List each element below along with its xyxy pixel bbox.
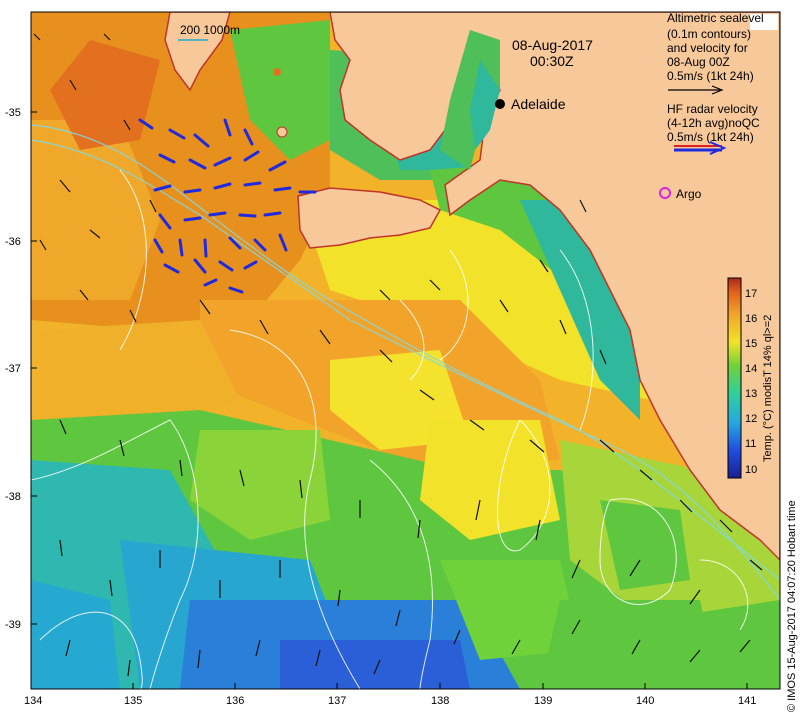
colorbar-tick-12: 12	[745, 413, 757, 425]
adelaide-marker	[495, 99, 505, 109]
adelaide-label: Adelaide	[511, 96, 566, 112]
colorbar-tick-11: 11	[745, 438, 756, 450]
x-tick-136: 136	[226, 695, 244, 707]
colorbar-label: Temp. (°C) modisT 14% ql>=2	[762, 315, 774, 462]
y-tick-35: -35	[5, 107, 21, 119]
map-time: 00:30Z	[530, 53, 574, 69]
y-tick-36: -36	[5, 236, 21, 248]
colorbar-tick-13: 13	[745, 388, 757, 400]
x-tick-139: 139	[534, 695, 552, 707]
colorbar-tick-15: 15	[745, 338, 757, 350]
credit-label: © IMOS 15-Aug-2017 04:07:20 Hobart time	[786, 500, 798, 712]
colorbar-swatch	[727, 277, 742, 479]
x-tick-138: 138	[431, 695, 449, 707]
legend-sealevel-line-2: (0.1m contours)	[667, 27, 751, 41]
sst-map: 200 1000m 08-Aug-2017 00:30Z Adelaide Ar…	[5, 11, 798, 712]
argo-label: Argo	[676, 187, 702, 201]
legend-sealevel-line-1: Altimetric sealevel	[667, 11, 764, 25]
y-tick-39: -39	[5, 619, 21, 631]
colorbar-tick-16: 16	[745, 313, 757, 325]
y-tick-37: -37	[5, 363, 21, 375]
x-tick-137: 137	[328, 695, 346, 707]
x-tick-135: 135	[124, 695, 142, 707]
colorbar-tick-14: 14	[745, 363, 757, 375]
x-tick-134: 134	[24, 695, 42, 707]
legend-radar-line-1: HF radar velocity	[667, 102, 758, 116]
legend-sealevel-line-3: and velocity for	[667, 41, 748, 55]
legend-radar-line-2: (4-12h avg)noQC	[667, 116, 760, 130]
x-tick-140: 140	[636, 695, 654, 707]
colorbar-tick-10: 10	[745, 464, 757, 476]
colorbar-tick-17: 17	[745, 288, 757, 300]
legend-sealevel-line-5: 0.5m/s (1kt 24h)	[667, 69, 754, 83]
y-tick-38: -38	[5, 491, 21, 503]
x-tick-141: 141	[738, 695, 756, 707]
scale-label: 200 1000m	[180, 23, 240, 37]
legend-sealevel-line-4: 08-Aug 00Z	[667, 55, 730, 69]
map-date: 08-Aug-2017	[512, 37, 593, 53]
